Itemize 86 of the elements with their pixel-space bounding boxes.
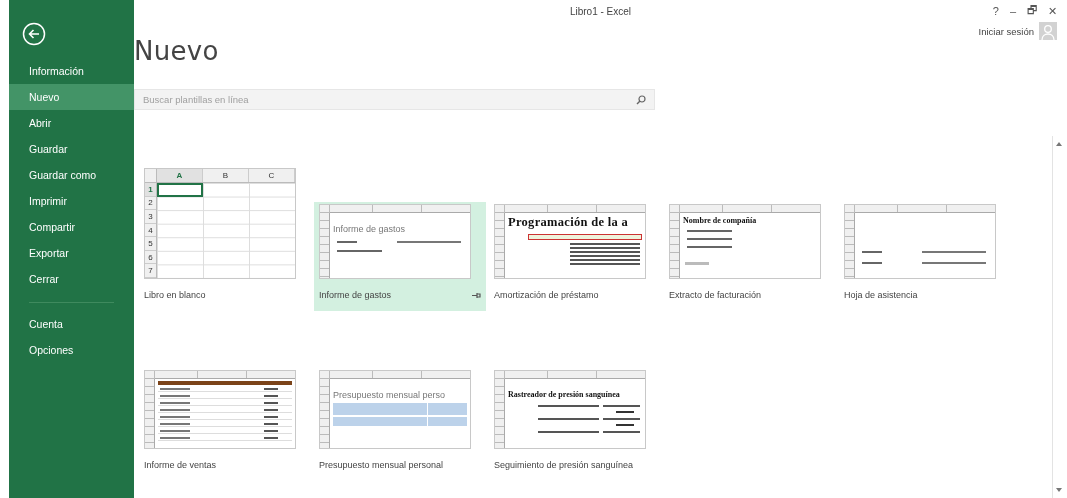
search-icon[interactable]	[636, 95, 646, 105]
text-line	[570, 259, 640, 261]
template-name: Seguimiento de presión sanguínea	[494, 460, 634, 470]
page-title: Nuevo	[134, 36, 220, 66]
template-name: Informe de gastos	[319, 290, 392, 300]
template-name: Libro en blanco	[144, 290, 206, 300]
sidebar-item[interactable]: Imprimir	[9, 188, 134, 214]
text-line	[337, 250, 382, 252]
sidebar-item[interactable]: Exportar	[9, 240, 134, 266]
text-line	[687, 238, 732, 240]
row-number: 2	[145, 196, 156, 211]
help-button[interactable]: ?	[992, 5, 999, 17]
sheet-heading: Nombre de compañía	[683, 216, 758, 225]
row-header-bar	[845, 213, 855, 278]
row-header-bar	[320, 213, 330, 278]
back-icon[interactable]	[22, 22, 46, 46]
template-tile[interactable]: Hoja de asistencia	[839, 202, 1011, 311]
minimize-button[interactable]: –	[1009, 5, 1016, 17]
window-title: Libro1 - Excel	[569, 5, 632, 17]
scroll-down-icon[interactable]	[1055, 487, 1063, 493]
template-name: Informe de ventas	[144, 460, 217, 470]
text-line	[687, 246, 732, 248]
sheet-heading: Programación de la a	[508, 215, 629, 230]
scrollbar[interactable]	[1052, 136, 1065, 498]
row-number: 6	[145, 250, 156, 265]
template-name: Extracto de facturación	[669, 290, 762, 300]
template-name: Hoja de asistencia	[844, 290, 918, 300]
row-number: 3	[145, 210, 156, 224]
template-tile[interactable]: Programación de la a Amortización de préstamo	[489, 202, 661, 311]
template-tile[interactable]: A B C 1 2 3 4 5 6 7 Libro en blanco	[139, 166, 311, 311]
avatar-icon	[1039, 22, 1057, 40]
sidebar-item[interactable]: Nuevo	[9, 84, 134, 110]
sidebar-item[interactable]: Cuenta	[9, 311, 134, 337]
select-all-corner	[145, 169, 157, 183]
row-header-bar	[495, 379, 505, 448]
column-header: C	[249, 169, 295, 182]
search-field[interactable]: Buscar plantillas en línea	[134, 89, 655, 110]
row-number: 4	[145, 223, 156, 238]
select-all-corner	[670, 205, 680, 213]
column-header: B	[203, 169, 249, 182]
sidebar-item[interactable]: Guardar	[9, 136, 134, 162]
select-all-corner	[495, 371, 505, 379]
scroll-up-icon[interactable]	[1055, 141, 1063, 147]
sidebar-item[interactable]: Abrir	[9, 110, 134, 136]
sheet-heading: Presupuesto mensual perso	[333, 390, 447, 400]
template-tile[interactable]: Informe de gastos Informe de gastos	[314, 202, 486, 311]
text-line	[570, 263, 640, 265]
sheet-heading: Rastreador de presión sanguínea	[508, 390, 621, 399]
selected-cell	[157, 183, 203, 197]
row-header-bar	[320, 379, 330, 448]
row-number: 5	[145, 237, 156, 251]
column-header: A	[157, 169, 203, 182]
sign-in-link[interactable]: Iniciar sesión	[978, 25, 1034, 37]
row-header-bar	[670, 213, 680, 278]
close-button[interactable]: ✕	[1048, 4, 1057, 18]
text-line	[685, 262, 709, 265]
text-line	[616, 424, 634, 426]
text-line	[616, 411, 634, 413]
pin-icon[interactable]	[472, 291, 481, 299]
template-tile[interactable]: Informe de ventas	[139, 368, 311, 481]
text-line	[570, 247, 640, 249]
sidebar-item[interactable]: Cerrar	[9, 266, 134, 292]
select-all-corner	[845, 205, 855, 213]
template-name: Amortización de préstamo	[494, 290, 599, 300]
template-tile[interactable]: Presupuesto mensual perso Presupuesto mensual personal	[314, 368, 486, 481]
text-line	[570, 255, 640, 257]
text-line	[570, 243, 640, 245]
row-header-bar	[495, 213, 505, 278]
sidebar-item[interactable]: Guardar como	[9, 162, 134, 188]
row-number: 1	[145, 183, 156, 197]
text-line	[687, 230, 732, 232]
select-all-corner	[145, 371, 155, 379]
select-all-corner	[495, 205, 505, 213]
sidebar-item[interactable]: Opciones	[9, 337, 134, 363]
select-all-corner	[320, 205, 330, 213]
template-name: Presupuesto mensual personal	[319, 460, 444, 470]
template-tile[interactable]: Nombre de compañía Extracto de facturación	[664, 202, 836, 311]
template-tile[interactable]: Rastreador de presión sanguínea Seguimiento de presión sanguínea	[489, 368, 661, 481]
restore-button[interactable]: 🗗	[1027, 1, 1037, 21]
row-number: 7	[145, 264, 156, 278]
sheet-heading: Informe de gastos	[333, 224, 407, 234]
sidebar-item[interactable]: Compartir	[9, 214, 134, 240]
select-all-corner	[320, 371, 330, 379]
text-line	[570, 251, 640, 253]
row-header-bar	[145, 379, 155, 448]
sidebar-item[interactable]: Información	[9, 58, 134, 84]
